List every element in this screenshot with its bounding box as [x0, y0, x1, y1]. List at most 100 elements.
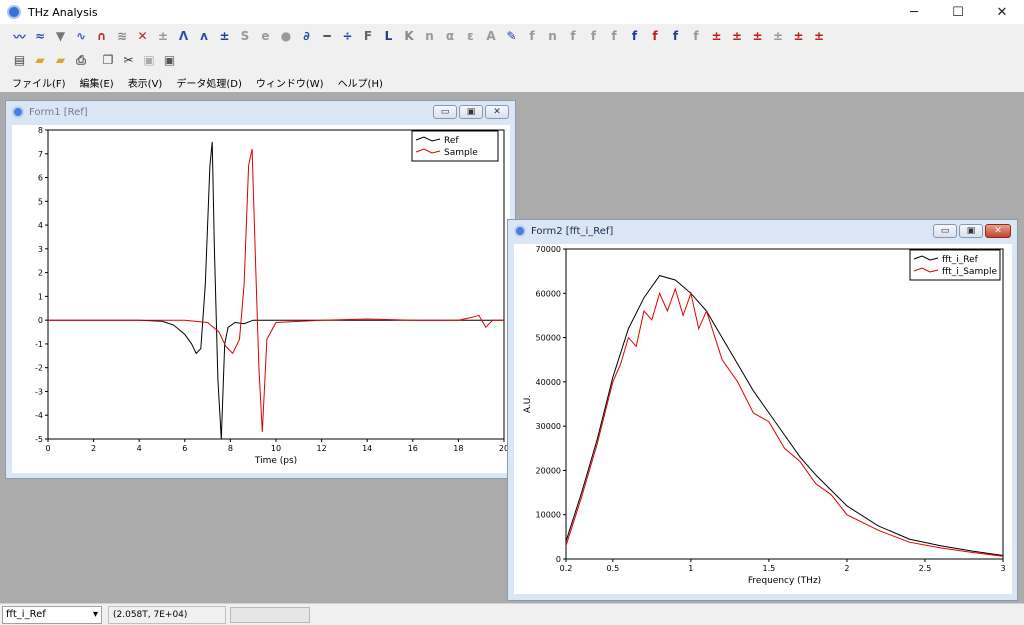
- fp-gray-icon[interactable]: f: [523, 26, 542, 46]
- form2-close-button[interactable]: ✕: [985, 224, 1011, 238]
- paste-icon[interactable]: ▣: [160, 50, 179, 70]
- epsilon-icon[interactable]: ε: [461, 26, 480, 46]
- x-tick-label: 1.5: [763, 564, 776, 573]
- y-tick-label: -4: [35, 411, 43, 420]
- menu-item-5[interactable]: ヘルプ(H): [338, 75, 383, 90]
- x-tick-label: 0.2: [560, 564, 573, 573]
- arith-gray-icon[interactable]: ±: [769, 26, 788, 46]
- spectrum-icon[interactable]: Λ: [174, 26, 193, 46]
- menu-item-4[interactable]: ウィンドウ(W): [256, 75, 324, 90]
- form1-maximize-button[interactable]: ▣: [459, 105, 483, 119]
- y-tick-label: 1: [38, 292, 43, 301]
- new-file-icon[interactable]: ▤: [10, 50, 29, 70]
- arith-red-icon[interactable]: ±: [810, 26, 829, 46]
- menu-item-3[interactable]: データ処理(D): [176, 75, 242, 90]
- analysis-toolbar: 〰 ≈ ▼ ∿ ∩ ≋ ✕ ± Λʌ ± Se ● ∂ ━ ÷ F L Kn α ε A ✎ f n f f f f f f f ± ± ± ± ± ±: [0, 24, 1024, 48]
- dataset-select[interactable]: fft_i_Ref ▾: [2, 605, 102, 624]
- arith-red-icon[interactable]: ±: [707, 26, 726, 46]
- fft-icon[interactable]: F: [359, 26, 378, 46]
- form2-plot-area[interactable]: 0.2 0.5 1 1.5 2 2.5 3 0 10000 20000 30000 40000 5000…: [514, 244, 1012, 594]
- status-panel: [230, 606, 310, 623]
- arith-gray-icon[interactable]: ±: [154, 26, 173, 46]
- form2-title: Form2 [fft_i_Ref]: [531, 225, 614, 237]
- form2-maximize-button[interactable]: ▣: [959, 224, 983, 238]
- form1-plot-area[interactable]: 0 2 4 6 8 10 12 14 16 18 20 -5 -4 -3 -2 -1 0 1 2 3 4 5 6 7 8 Time…: [5, 125, 510, 473]
- arith-red-icon[interactable]: ±: [728, 26, 747, 46]
- derivative-icon[interactable]: ∂: [297, 26, 316, 46]
- close-button[interactable]: ✕: [980, 0, 1024, 24]
- arith-red-icon[interactable]: ±: [789, 26, 808, 46]
- peak-icon[interactable]: ∿: [72, 26, 91, 46]
- print-icon[interactable]: ⎙: [72, 50, 91, 70]
- fp-gray-icon[interactable]: f: [564, 26, 583, 46]
- form1-close-button[interactable]: ✕: [485, 105, 509, 119]
- y-tick-label: 0: [38, 316, 43, 325]
- y-tick-label: 6: [38, 174, 43, 183]
- y-tick-label: -3: [35, 387, 43, 396]
- frequency-domain-chart[interactable]: 0.2 0.5 1 1.5 2 2.5 3 0 10000 20000 30000 40000 5000…: [514, 244, 1012, 594]
- fp-blue-icon[interactable]: f: [625, 26, 644, 46]
- x-tick-label: 10: [271, 444, 281, 453]
- legend-entry: fft_i_Ref: [942, 255, 979, 265]
- delete-x-icon[interactable]: ✕: [133, 26, 152, 46]
- kk-icon[interactable]: K: [400, 26, 419, 46]
- sam-ref-icon[interactable]: ÷: [338, 26, 357, 46]
- line-chart-icon[interactable]: 〰: [10, 26, 29, 46]
- fp-gray-icon[interactable]: f: [687, 26, 706, 46]
- menu-bar: ファイル(F) 編集(E) 表示(V) データ処理(D) ウィンドウ(W) ヘルプ(H): [0, 72, 1024, 92]
- y-tick-label: 8: [38, 126, 43, 135]
- x-tick-label: 2: [91, 444, 96, 453]
- legend-entry: Ref: [444, 136, 459, 146]
- n-icon[interactable]: n: [420, 26, 439, 46]
- open-folder-icon[interactable]: ▰: [31, 50, 50, 70]
- chevron-down-icon[interactable]: ▾: [93, 609, 98, 620]
- exp-icon[interactable]: e: [256, 26, 275, 46]
- time-domain-chart[interactable]: 0 2 4 6 8 10 12 14 16 18 20-5-4-3-2-1012345678Time…: [5, 125, 510, 473]
- y-tick-label: 10000: [536, 511, 561, 520]
- window-title: THz Analysis: [28, 5, 98, 19]
- y-tick-label: 60000: [536, 289, 561, 298]
- drop-icon[interactable]: ●: [277, 26, 296, 46]
- open-folder-icon[interactable]: ▰: [51, 50, 70, 70]
- fp-gray-icon[interactable]: f: [584, 26, 603, 46]
- copy-icon[interactable]: ❐: [99, 50, 118, 70]
- pen-icon[interactable]: ✎: [502, 26, 521, 46]
- fp-blue-icon[interactable]: f: [666, 26, 685, 46]
- menu-item-1[interactable]: 編集(E): [80, 75, 114, 90]
- gauss-icon[interactable]: ∩: [92, 26, 111, 46]
- filter-icon[interactable]: ▼: [51, 26, 70, 46]
- y-axis-label: A.U.: [523, 395, 533, 413]
- n-gray-icon[interactable]: n: [543, 26, 562, 46]
- ifft-icon[interactable]: L: [379, 26, 398, 46]
- form2-minimize-button[interactable]: ▭: [933, 224, 957, 238]
- multi-line-icon[interactable]: ≈: [31, 26, 50, 46]
- fp-gray-icon[interactable]: f: [605, 26, 624, 46]
- arith-icon[interactable]: ±: [215, 26, 234, 46]
- cut-icon[interactable]: ✂: [119, 50, 138, 70]
- paste-gray-icon[interactable]: ▣: [140, 50, 159, 70]
- ntr-abs-icon[interactable]: A: [482, 26, 501, 46]
- alpha-icon[interactable]: α: [441, 26, 460, 46]
- ripple-icon[interactable]: ʌ: [195, 26, 214, 46]
- menu-item-0[interactable]: ファイル(F): [12, 75, 66, 90]
- form2-window[interactable]: Form2 [fft_i_Ref] ▭ ▣ ✕ 0.2 0.5 1 1.5 2 2.5 3 0…: [507, 219, 1018, 601]
- form1-window[interactable]: Form1 [Ref] ▭ ▣ ✕ 0 2 4 6 8 10 12 14 16 18 20 -5 -4-…: [5, 100, 516, 479]
- x-tick-label: 0: [45, 444, 50, 453]
- form1-minimize-button[interactable]: ▭: [433, 105, 457, 119]
- square-icon[interactable]: S: [236, 26, 255, 46]
- form1-title-bar[interactable]: Form1 [Ref] ▭ ▣ ✕: [6, 101, 515, 123]
- menu-item-2[interactable]: 表示(V): [128, 75, 163, 90]
- mdi-workspace: Form1 [Ref] ▭ ▣ ✕ 0 2 4 6 8 10 12 14 16 18 20 -5 -4-…: [0, 92, 1024, 603]
- form2-title-bar[interactable]: Form2 [fft_i_Ref] ▭ ▣ ✕: [508, 220, 1017, 242]
- fp-red-icon[interactable]: f: [646, 26, 665, 46]
- smooth-icon[interactable]: ≋: [113, 26, 132, 46]
- x-tick-label: 8: [228, 444, 233, 453]
- legend-entry: Sample: [444, 148, 478, 158]
- minimize-button[interactable]: ─: [892, 0, 936, 24]
- x-tick-label: 2: [844, 564, 849, 573]
- y-axis-label: A.U.: [12, 275, 15, 293]
- dash-icon[interactable]: ━: [318, 26, 337, 46]
- maximize-button[interactable]: ☐: [936, 0, 980, 24]
- y-tick-label: 50000: [536, 334, 561, 343]
- arith-red-icon[interactable]: ±: [748, 26, 767, 46]
